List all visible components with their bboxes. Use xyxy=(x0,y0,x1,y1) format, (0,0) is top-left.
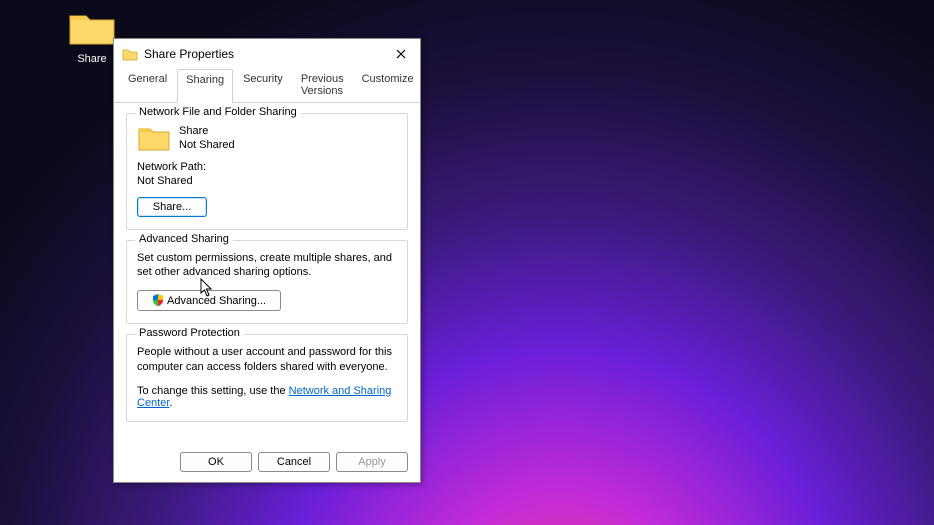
folder-icon xyxy=(68,10,116,46)
tab-security[interactable]: Security xyxy=(235,69,291,102)
share-status: Not Shared xyxy=(179,138,235,152)
advanced-desc: Set custom permissions, create multiple … xyxy=(137,251,397,281)
titlebar[interactable]: Share Properties xyxy=(114,39,420,69)
folder-icon xyxy=(122,47,138,61)
tab-sharing[interactable]: Sharing xyxy=(177,69,233,103)
share-button[interactable]: Share... xyxy=(137,197,207,217)
tab-previous-versions[interactable]: Previous Versions xyxy=(293,69,352,102)
ok-button[interactable]: OK xyxy=(180,452,252,472)
tab-general[interactable]: General xyxy=(120,69,175,102)
properties-dialog: Share Properties General Sharing Securit… xyxy=(113,38,421,483)
dialog-title: Share Properties xyxy=(144,47,388,61)
group-legend: Password Protection xyxy=(135,327,244,339)
cancel-button[interactable]: Cancel xyxy=(258,452,330,472)
password-change-text: To change this setting, use the Network … xyxy=(137,385,397,409)
tab-strip: General Sharing Security Previous Versio… xyxy=(114,69,420,103)
folder-icon xyxy=(137,124,171,152)
group-advanced-sharing: Advanced Sharing Set custom permissions,… xyxy=(126,240,408,325)
group-network-sharing: Network File and Folder Sharing Share No… xyxy=(126,113,408,230)
close-button[interactable] xyxy=(388,43,414,65)
share-name: Share xyxy=(179,124,235,138)
dialog-footer: OK Cancel Apply xyxy=(114,444,420,482)
advanced-sharing-label: Advanced Sharing... xyxy=(167,295,266,307)
close-icon xyxy=(396,49,406,59)
tab-content-sharing: Network File and Folder Sharing Share No… xyxy=(114,103,420,444)
group-password-protection: Password Protection People without a use… xyxy=(126,334,408,422)
advanced-sharing-button[interactable]: Advanced Sharing... xyxy=(137,290,281,311)
network-path-value: Not Shared xyxy=(137,175,397,187)
password-desc: People without a user account and passwo… xyxy=(137,345,397,375)
network-path-label: Network Path: xyxy=(137,161,397,173)
tab-customize[interactable]: Customize xyxy=(354,69,422,102)
apply-button[interactable]: Apply xyxy=(336,452,408,472)
group-legend: Network File and Folder Sharing xyxy=(135,106,301,118)
shield-icon xyxy=(152,294,164,306)
group-legend: Advanced Sharing xyxy=(135,233,233,245)
